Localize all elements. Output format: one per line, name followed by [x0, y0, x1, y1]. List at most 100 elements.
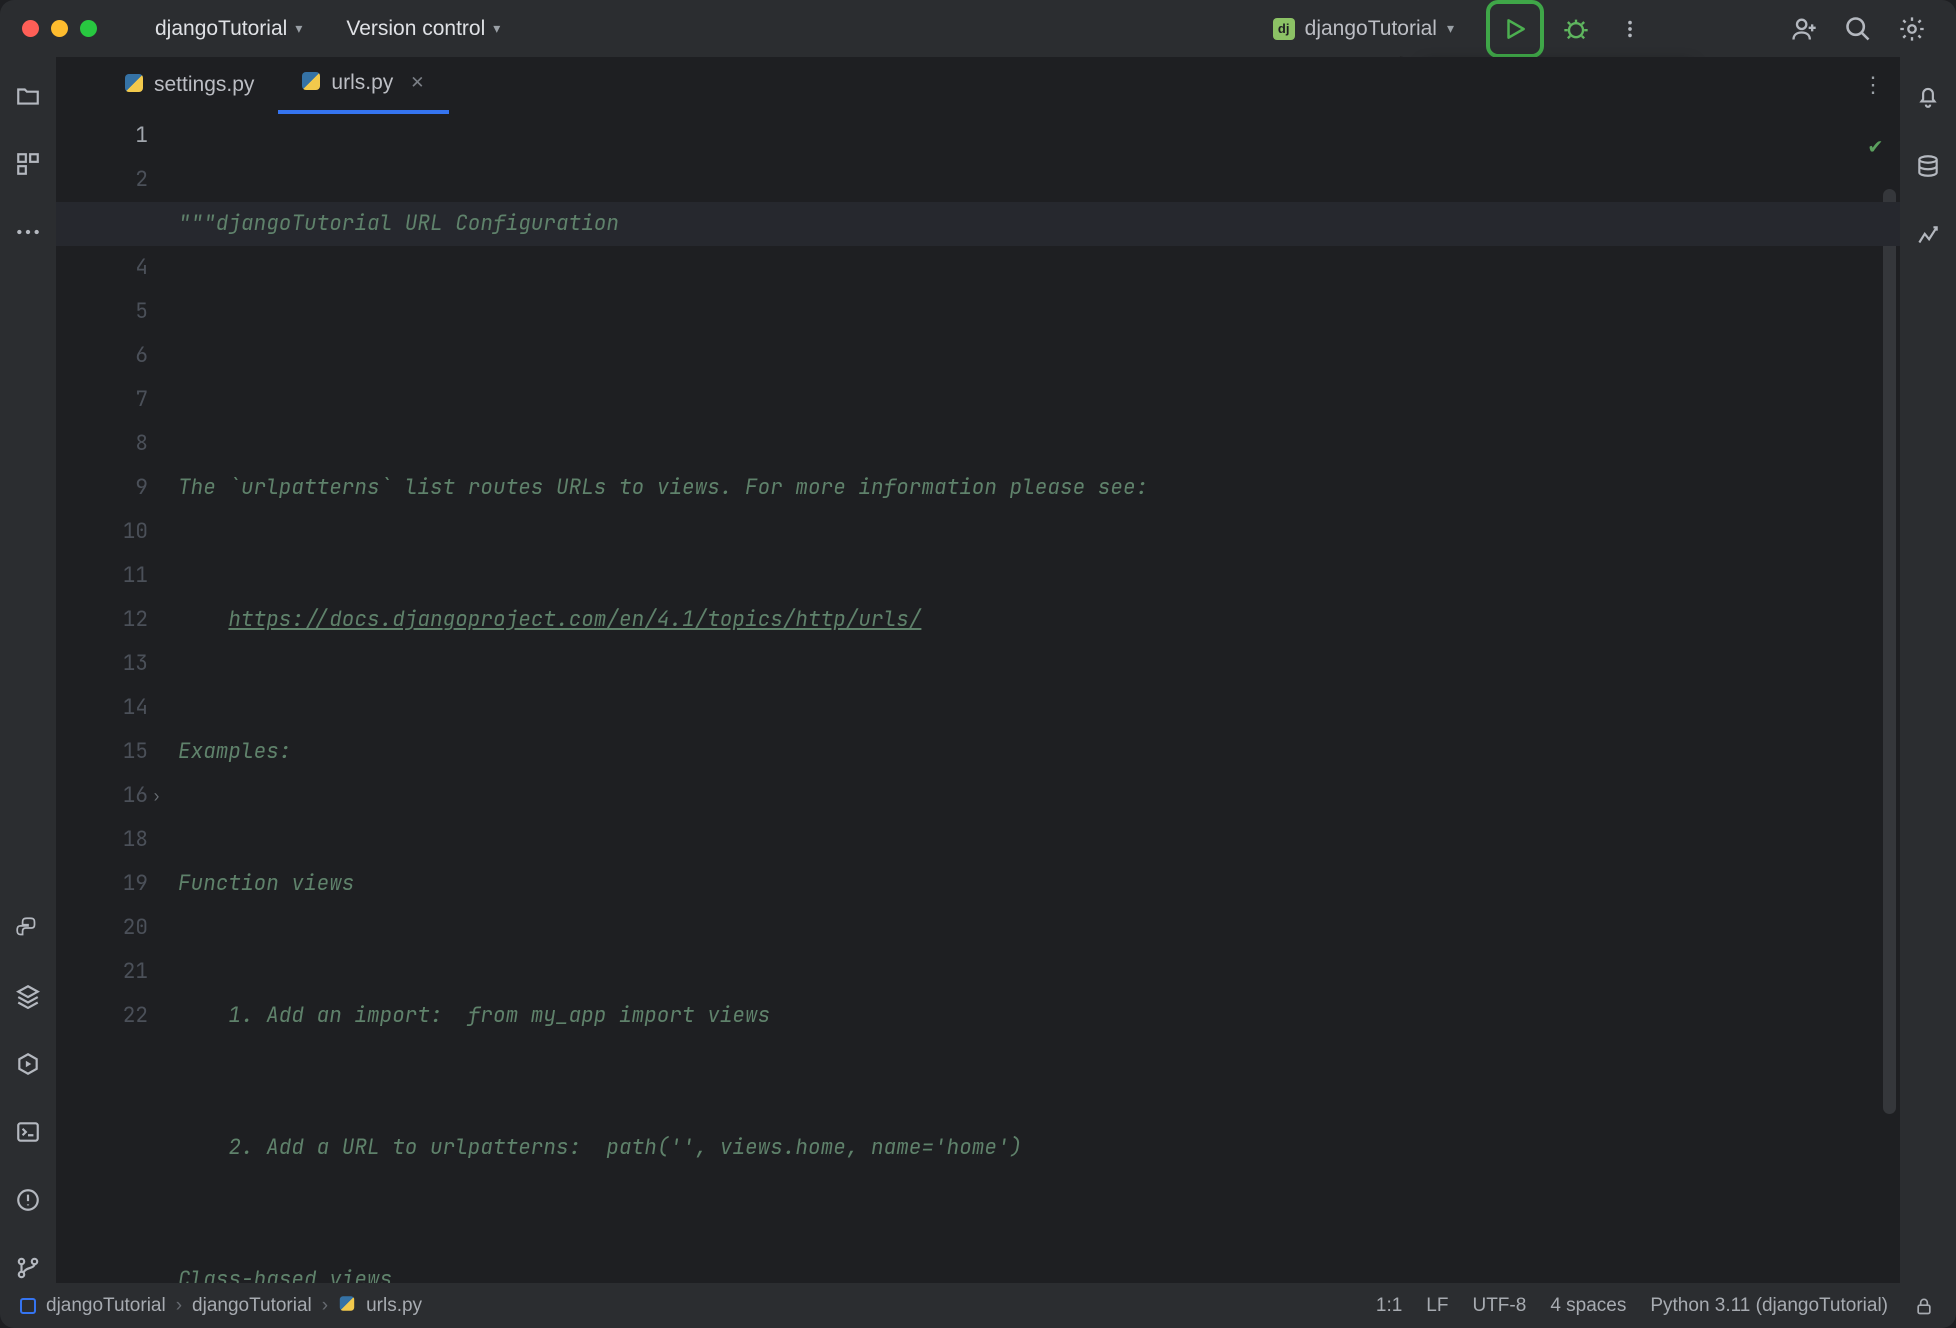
- inspection-ok-icon[interactable]: ✔: [1869, 124, 1882, 168]
- structure-tool-button[interactable]: [13, 149, 43, 179]
- warning-circle-icon: [15, 1187, 41, 1213]
- line-number: 18: [56, 818, 148, 862]
- python-file-icon: [340, 1296, 354, 1314]
- gear-icon: [1898, 15, 1926, 43]
- window-controls: [22, 20, 137, 37]
- database-button[interactable]: [1913, 151, 1943, 181]
- close-window-button[interactable]: [22, 20, 39, 37]
- readonly-toggle[interactable]: [1912, 1294, 1936, 1318]
- graph-icon: [1915, 223, 1941, 249]
- code-content[interactable]: """djangoTutorial URL Configuration The …: [178, 114, 1870, 1283]
- project-name-label: djangoTutorial: [155, 17, 287, 41]
- services-icon: [15, 1051, 41, 1077]
- vcs-label: Version control: [346, 17, 485, 41]
- project-dropdown[interactable]: djangoTutorial ▾: [147, 11, 310, 47]
- tab-overflow-button[interactable]: ⋮: [1862, 72, 1900, 98]
- tab-settings-py[interactable]: settings.py: [101, 57, 278, 114]
- code-editor[interactable]: ✔ 1 2 3 4 5 6 7 8 9 10 11 12 13 14 15 › …: [56, 114, 1900, 1283]
- services-button[interactable]: [13, 1049, 43, 1079]
- chevron-down-icon: ▾: [1447, 20, 1454, 37]
- breadcrumb-segment[interactable]: djangoTutorial: [192, 1295, 312, 1317]
- line-number: 6: [56, 334, 148, 378]
- tab-urls-py[interactable]: urls.py ✕: [278, 57, 448, 114]
- git-branch-icon: [15, 1255, 41, 1281]
- debug-button[interactable]: [1554, 7, 1598, 51]
- lock-icon: [1914, 1296, 1934, 1316]
- terminal-button[interactable]: [13, 1117, 43, 1147]
- line-number: 11: [56, 554, 148, 598]
- line-number: 14: [56, 686, 148, 730]
- line-number: 20: [56, 906, 148, 950]
- line-number: 15: [56, 730, 148, 774]
- layers-icon: [15, 983, 41, 1009]
- right-tool-rail: [1900, 57, 1956, 1283]
- breadcrumb-segment[interactable]: urls.py: [366, 1295, 422, 1317]
- play-icon: [1502, 16, 1528, 42]
- chevron-down-icon: ▾: [493, 20, 500, 37]
- line-number: 2: [56, 158, 148, 202]
- python-file-icon: [302, 72, 320, 95]
- more-tools-button[interactable]: [13, 217, 43, 247]
- database-icon: [1915, 153, 1941, 179]
- search-everywhere-button[interactable]: [1836, 7, 1880, 51]
- problems-button[interactable]: [13, 1185, 43, 1215]
- code-with-me-button[interactable]: [1782, 7, 1826, 51]
- breadcrumb[interactable]: djangoTutorial › djangoTutorial › urls.p…: [20, 1294, 422, 1317]
- folder-icon: [15, 83, 41, 109]
- vertical-scrollbar[interactable]: [1883, 189, 1896, 1114]
- settings-button[interactable]: [1890, 7, 1934, 51]
- editor-tabs: settings.py urls.py ✕ ⋮: [56, 57, 1900, 114]
- line-number: 1: [56, 114, 148, 158]
- line-number: 16: [123, 782, 148, 809]
- endpoints-button[interactable]: [1913, 221, 1943, 251]
- line-number: 21: [56, 950, 148, 994]
- indent-settings[interactable]: 4 spaces: [1550, 1295, 1626, 1317]
- minimize-window-button[interactable]: [51, 20, 68, 37]
- breadcrumb-separator: ›: [176, 1295, 182, 1317]
- tab-label: urls.py: [331, 71, 393, 95]
- status-bar: djangoTutorial › djangoTutorial › urls.p…: [0, 1283, 1956, 1328]
- file-encoding[interactable]: UTF-8: [1472, 1295, 1526, 1317]
- left-tool-rail: [0, 57, 56, 1283]
- terminal-icon: [15, 1119, 41, 1145]
- vcs-tool-button[interactable]: [13, 1253, 43, 1283]
- python-icon: [15, 915, 41, 941]
- run-button[interactable]: [1486, 0, 1544, 58]
- zoom-window-button[interactable]: [80, 20, 97, 37]
- python-console-button[interactable]: [13, 913, 43, 943]
- bug-icon: [1562, 15, 1590, 43]
- vcs-dropdown[interactable]: Version control ▾: [338, 11, 508, 47]
- line-number: 13: [56, 642, 148, 686]
- python-interpreter[interactable]: Python 3.11 (djangoTutorial): [1650, 1295, 1888, 1317]
- line-number: 10: [56, 510, 148, 554]
- line-number-gutter[interactable]: 1 2 3 4 5 6 7 8 9 10 11 12 13 14 15 › 16…: [56, 114, 171, 1283]
- line-number: 4: [56, 246, 148, 290]
- django-icon: dj: [1273, 18, 1295, 40]
- run-config-dropdown[interactable]: dj djangoTutorial ▾: [1261, 12, 1466, 46]
- structure-icon: [15, 151, 41, 177]
- run-config-label: djangoTutorial: [1305, 17, 1437, 41]
- python-packages-button[interactable]: [13, 981, 43, 1011]
- more-actions-button[interactable]: [1608, 7, 1652, 51]
- caret-position[interactable]: 1:1: [1376, 1295, 1402, 1317]
- bell-icon: [1915, 83, 1941, 109]
- person-add-icon: [1790, 15, 1818, 43]
- line-number: 19: [56, 862, 148, 906]
- notifications-button[interactable]: [1913, 81, 1943, 111]
- code-fold-toggle[interactable]: ›: [152, 774, 161, 818]
- line-number: 8: [56, 422, 148, 466]
- python-file-icon: [125, 74, 143, 97]
- chevron-down-icon: ▾: [295, 20, 302, 37]
- breadcrumb-separator: ›: [322, 1295, 328, 1317]
- line-number: 9: [56, 466, 148, 510]
- line-separator[interactable]: LF: [1426, 1295, 1448, 1317]
- close-tab-button[interactable]: ✕: [410, 73, 424, 93]
- breadcrumb-segment[interactable]: djangoTutorial: [46, 1295, 166, 1317]
- ellipsis-icon: [15, 227, 41, 237]
- search-icon: [1844, 15, 1872, 43]
- project-tool-button[interactable]: [13, 81, 43, 111]
- line-number: 12: [56, 598, 148, 642]
- kebab-icon: [1619, 18, 1641, 40]
- title-bar: djangoTutorial ▾ Version control ▾ dj dj…: [0, 0, 1956, 57]
- module-icon: [20, 1298, 36, 1314]
